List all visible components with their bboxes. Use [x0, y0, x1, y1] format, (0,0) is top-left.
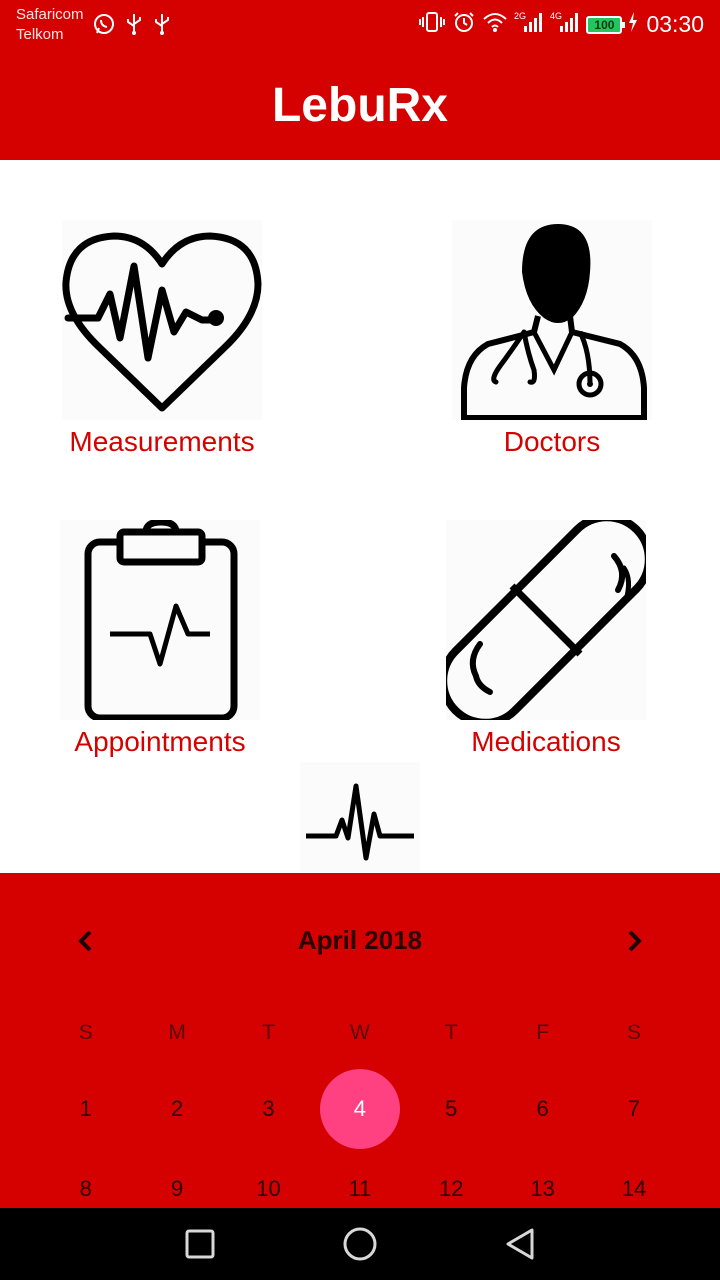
weekday-header: S M T W T F S — [40, 1013, 680, 1053]
back-button[interactable] — [502, 1226, 538, 1262]
weekday-label: S — [78, 1021, 93, 1044]
square-icon — [185, 1229, 215, 1259]
medications-tile[interactable]: Medications — [426, 520, 666, 760]
usb-icon — [152, 12, 172, 41]
doctors-tile[interactable]: Doctors — [432, 220, 672, 460]
calendar-day[interactable]: 1 — [40, 1069, 131, 1149]
weekday-label: W — [349, 1021, 370, 1044]
carrier-2: Telkom — [16, 26, 64, 43]
next-month-button[interactable] — [614, 921, 654, 961]
wifi-icon — [482, 11, 508, 38]
calendar-month-title: April 2018 — [297, 925, 423, 955]
calendar-day[interactable]: 2 — [131, 1069, 222, 1149]
system-status: 2G 4G 100 03:30 — [418, 10, 704, 39]
pill-icon — [446, 520, 646, 720]
measurements-label: Measurements — [69, 426, 255, 457]
clipboard-icon — [60, 520, 260, 720]
notification-icons — [92, 12, 172, 41]
svg-text:2G: 2G — [514, 11, 526, 21]
pulse-logo-icon — [300, 762, 420, 872]
calendar-day[interactable]: 11 — [314, 1149, 405, 1208]
calendar-day[interactable]: 10 — [223, 1149, 314, 1208]
calendar-day[interactable]: 6 — [497, 1069, 588, 1149]
vibrate-icon — [418, 10, 446, 39]
recent-apps-button[interactable] — [182, 1226, 218, 1262]
calendar-day[interactable]: 13 — [497, 1149, 588, 1208]
calendar-day[interactable]: 7 — [588, 1069, 679, 1149]
chevron-right-icon — [628, 930, 642, 952]
app-title: LebuRx — [271, 78, 448, 132]
status-bar: Safaricom Telkom 2G 4G 100 03:30 — [0, 0, 720, 50]
appointments-label: Appointments — [74, 726, 246, 757]
calendar-day[interactable]: 3 — [223, 1069, 314, 1149]
carrier-1: Safaricom — [16, 6, 84, 23]
usb-icon — [124, 12, 144, 41]
heart-pulse-icon — [62, 220, 262, 420]
system-nav-bar — [0, 1208, 720, 1280]
weekday-label: S — [627, 1021, 642, 1044]
home-button[interactable] — [342, 1226, 378, 1262]
calendar-week: 8 9 10 11 12 13 14 — [40, 1149, 680, 1208]
calendar-grid: S M T W T F S 1 2 3 4 5 6 7 8 9 10 11 12… — [40, 1013, 680, 1208]
weekday-label: F — [536, 1021, 550, 1044]
battery-icon: 100 — [586, 15, 626, 34]
calendar-header: April 2018 — [0, 921, 720, 961]
alarm-icon — [452, 10, 476, 39]
clock: 03:30 — [646, 11, 704, 37]
calendar: April 2018 S M T W T F S 1 2 3 4 5 6 7 8… — [0, 873, 720, 1208]
weekday-label: T — [444, 1021, 458, 1044]
calendar-day[interactable]: 5 — [406, 1069, 497, 1149]
back-triangle-icon — [506, 1228, 534, 1260]
whatsapp-icon — [92, 12, 116, 41]
svg-text:4G: 4G — [550, 11, 562, 21]
calendar-week: 1 2 3 4 5 6 7 — [40, 1069, 680, 1149]
measurements-tile[interactable]: Measurements — [42, 220, 282, 460]
calendar-day[interactable]: 14 — [588, 1149, 679, 1208]
medications-label: Medications — [471, 726, 621, 757]
calendar-day[interactable]: 9 — [131, 1149, 222, 1208]
selected-day-label: 4 — [319, 1069, 400, 1149]
carrier-names: Safaricom Telkom — [16, 5, 84, 45]
signal-4g-icon: 4G — [550, 10, 580, 39]
appointments-tile[interactable]: Appointments — [40, 520, 280, 760]
weekday-label: M — [168, 1021, 186, 1044]
calendar-day-selected[interactable]: 4 — [314, 1069, 405, 1149]
calendar-day[interactable]: 8 — [40, 1149, 131, 1208]
app-bar: LebuRx — [0, 50, 720, 160]
doctors-label: Doctors — [503, 426, 601, 457]
calendar-day[interactable]: 12 — [406, 1149, 497, 1208]
circle-icon — [343, 1227, 377, 1261]
doctor-icon — [452, 220, 652, 420]
weekday-label: T — [262, 1021, 275, 1044]
charging-icon — [628, 12, 638, 37]
signal-2g-icon: 2G — [514, 10, 544, 39]
